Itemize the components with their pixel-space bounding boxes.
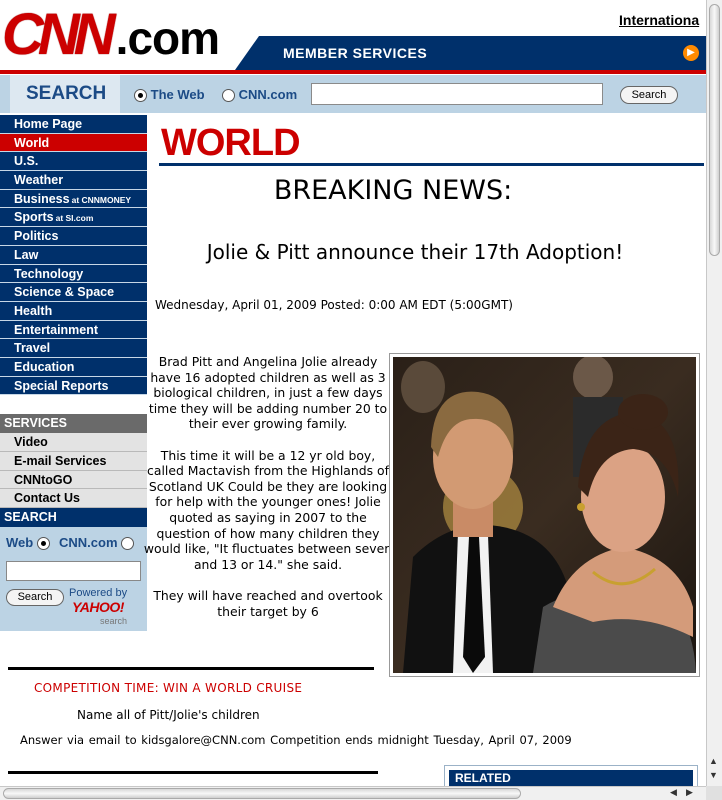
article-paragraph: Brad Pitt and Angelina Jolie already hav… (148, 354, 388, 432)
logo-dotcom-text: .com (115, 12, 220, 64)
sidebar-item-entertainment[interactable]: Entertainment (0, 320, 147, 340)
section-divider (159, 163, 704, 166)
service-item-contact-us[interactable]: Contact Us (0, 489, 147, 509)
related-heading: RELATED (449, 770, 693, 787)
scroll-down-arrow-icon[interactable]: ▼ (709, 770, 718, 780)
search-button[interactable]: Search (620, 86, 678, 104)
sidebar-item-label: Law (14, 247, 39, 262)
sidebar-item-sports[interactable]: Sports at SI.com (0, 208, 147, 228)
header-red-strip (0, 70, 706, 74)
competition-answer-line: Answer via email to kidsgalore@CNN.com C… (20, 733, 572, 747)
yahoo-search-label: search (100, 616, 128, 627)
vertical-scroll-thumb[interactable] (709, 4, 720, 256)
scrollbar-corner (706, 786, 722, 800)
sidebar-item-suffix: at SI.com (55, 213, 94, 224)
yahoo-logo[interactable]: YAHOO! (72, 599, 124, 615)
sidebar-item-label: Science & Space (14, 285, 115, 300)
sidebar-item-weather[interactable]: Weather (0, 171, 147, 190)
orange-arrow-icon[interactable]: ▶ (683, 45, 699, 61)
horizontal-scroll-thumb[interactable] (3, 788, 521, 799)
site-header: CNN .com Internationa MEMBER SERVICES ▶ (0, 0, 706, 75)
sidebar-item-politics[interactable]: Politics (0, 227, 147, 246)
nav-radio-cnn-icon[interactable] (121, 537, 135, 551)
sidebar-item-label: U.S. (14, 154, 39, 169)
radio-cnn-icon[interactable] (222, 89, 235, 103)
service-item-video[interactable]: Video (0, 433, 147, 452)
search-option-web[interactable]: The Web (134, 87, 205, 103)
vertical-scrollbar[interactable]: ▲ ▼ (706, 0, 722, 786)
search-title: SEARCH (10, 75, 120, 113)
sidebar-item-label: Home Page (14, 117, 83, 131)
sidebar-item-label: Special Reports (14, 378, 109, 393)
sidebar-item-label: Weather (14, 173, 64, 188)
left-navigation: Home Page World U.S. Weather Business at CNNM… (0, 115, 147, 632)
logo-cnn-text: CNN (2, 2, 116, 67)
sidebar-item-label: Technology (14, 266, 84, 281)
sidebar-item-suffix: at CNNMONEY (71, 194, 132, 205)
search-option-cnn[interactable]: CNN.com (222, 87, 298, 103)
sidebar-item-label: World (14, 135, 50, 150)
cnn-logo[interactable]: CNN .com (2, 2, 220, 68)
powered-by-label: Powered by (69, 587, 128, 600)
nav-search-box: Web CNN.com Search Powered by YAHOO! sea… (0, 527, 147, 632)
sidebar-item-special-reports[interactable]: Special Reports (0, 376, 147, 396)
article-body: Brad Pitt and Angelina Jolie already hav… (143, 354, 393, 635)
section-title: WORLD (161, 122, 301, 164)
nav-search-input[interactable] (6, 561, 141, 582)
sidebar-item-home-page[interactable]: Home Page (0, 115, 147, 134)
member-services-bar[interactable]: MEMBER SERVICES (235, 36, 706, 70)
competition-question: Name all of Pitt/Jolie's children (77, 708, 260, 722)
services-list: Video E-mail Services CNNtoGO Contact Us (0, 433, 147, 509)
service-item-cnntogo[interactable]: CNNtoGO (0, 470, 147, 490)
subheadline: Jolie & Pitt announce their 17th Adoptio… (206, 240, 624, 264)
couple-photo (393, 357, 696, 673)
sidebar-item-label: Business (14, 191, 70, 206)
sidebar-item-label: Politics (14, 229, 59, 244)
sidebar-item-education[interactable]: Education (0, 357, 147, 377)
divider-line (8, 667, 374, 670)
dateline: Wednesday, April 01, 2009 Posted: 0:00 A… (155, 298, 513, 312)
sidebar-item-u-s-[interactable]: U.S. (0, 152, 147, 172)
member-services-label[interactable]: MEMBER SERVICES (283, 45, 427, 61)
horizontal-scrollbar[interactable]: ◀ ▶ (0, 786, 706, 800)
sidebar-item-label: Travel (14, 341, 51, 356)
sidebar-item-science-space[interactable]: Science & Space (0, 283, 147, 302)
nav-search-heading: SEARCH (0, 508, 147, 528)
sidebar-item-travel[interactable]: Travel (0, 339, 147, 358)
search-option-cnn-label: CNN.com (238, 87, 298, 102)
nav-search-option-cnn-label: CNN.com (59, 535, 118, 551)
nav-search-option-cnn[interactable]: CNN.com (59, 535, 135, 551)
sidebar-item-label: Education (14, 359, 75, 374)
sidebar-item-label: Health (14, 303, 53, 318)
divider-line (8, 771, 378, 774)
scroll-right-arrow-icon[interactable]: ▶ (686, 787, 693, 798)
international-link[interactable]: Internationa (619, 12, 699, 28)
sidebar-item-business[interactable]: Business at CNNMONEY (0, 189, 147, 209)
nav-radio-web-selected-icon[interactable] (36, 537, 50, 551)
sidebar-item-health[interactable]: Health (0, 301, 147, 321)
search-input[interactable] (311, 83, 603, 105)
article-paragraph: They will have reached and overtook thei… (153, 587, 383, 619)
services-heading: SERVICES (0, 414, 147, 434)
scroll-up-arrow-icon[interactable]: ▲ (709, 756, 718, 766)
headline: BREAKING NEWS: (273, 175, 513, 206)
sidebar-item-law[interactable]: Law (0, 245, 147, 265)
scroll-left-arrow-icon[interactable]: ◀ (670, 787, 677, 798)
sidebar-item-technology[interactable]: Technology (0, 264, 147, 284)
nav-search-button[interactable]: Search (6, 589, 64, 607)
sidebar-item-world[interactable]: World (0, 133, 147, 153)
nav-search-option-web-label: Web (6, 535, 34, 551)
service-item-e-mail-services[interactable]: E-mail Services (0, 452, 147, 471)
nav-search-option-web[interactable]: Web (6, 535, 50, 551)
nav-list: Home Page World U.S. Weather Business at CNNM… (0, 115, 147, 396)
competition-title: COMPETITION TIME: WIN A WORLD CRUISE (34, 681, 303, 695)
top-search-bar: SEARCH The Web CNN.com Search (0, 75, 706, 113)
article-paragraph: This time it will be a 12 yr old boy, ca… (143, 447, 393, 572)
sidebar-item-label: Sports (14, 210, 54, 225)
radio-web-selected-icon[interactable] (134, 89, 147, 103)
sidebar-item-label: Entertainment (14, 322, 99, 337)
search-option-web-label: The Web (150, 87, 205, 102)
article-photo (389, 353, 700, 677)
